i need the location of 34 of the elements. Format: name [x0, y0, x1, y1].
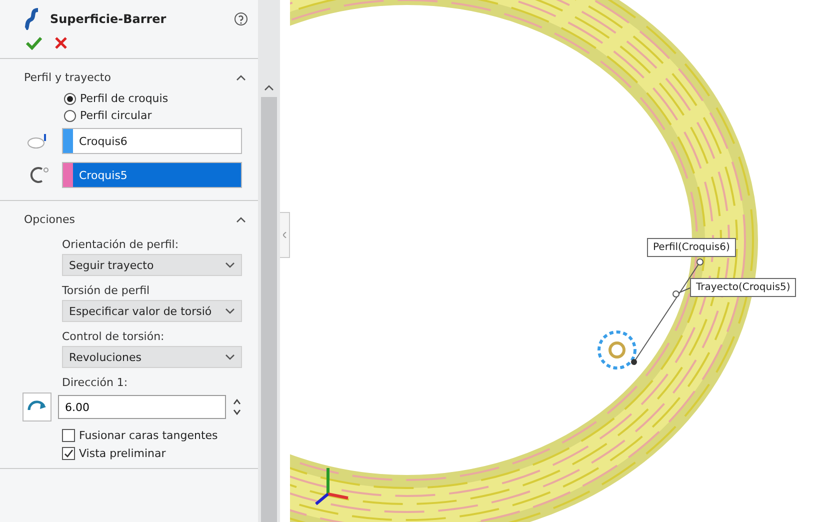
spinner-arrows-icon[interactable]: [232, 397, 242, 417]
scroll-up-icon[interactable]: [264, 84, 274, 91]
collapse-icon[interactable]: [236, 216, 246, 223]
selection-field[interactable]: Croquis5: [62, 162, 242, 188]
selection-field[interactable]: Croquis6: [62, 128, 242, 154]
help-icon[interactable]: [234, 12, 248, 26]
profile-circle-icon: [595, 328, 639, 372]
panel-title: Superficie-Barrer: [50, 12, 168, 26]
checkbox-option[interactable]: Vista preliminar: [0, 442, 258, 460]
dropdown[interactable]: Especificar valor de torsió: [62, 300, 242, 322]
rotate-direction-icon[interactable]: [22, 392, 52, 422]
number-input[interactable]: 6.00: [58, 395, 226, 419]
section-title: Opciones: [24, 213, 75, 226]
checkmark-icon: [63, 448, 74, 459]
callout-label: Trayecto(Croquis5): [690, 278, 796, 297]
section-title: Perfil y trayecto: [24, 71, 111, 84]
chevron-left-icon: [282, 232, 286, 238]
radio-option[interactable]: Perfil circular: [0, 107, 258, 124]
dropdown-caret-icon[interactable]: [225, 308, 235, 314]
radio-option[interactable]: Perfil de croquis: [0, 90, 258, 107]
dropdown-caret-icon[interactable]: [225, 262, 235, 268]
ok-check-icon[interactable]: [26, 36, 42, 50]
field-label: Control de torsión:: [62, 329, 166, 345]
dropdown[interactable]: Revoluciones: [62, 346, 242, 368]
checkbox-option[interactable]: Fusionar caras tangentes: [0, 424, 258, 442]
scrollbar-thumb[interactable]: [261, 97, 277, 522]
field-label: Orientación de perfil:: [62, 237, 180, 253]
field-label: Torsión de perfil: [62, 283, 151, 299]
close-icon[interactable]: [54, 36, 68, 50]
field-label: Dirección 1:: [62, 375, 129, 391]
collapse-icon[interactable]: [236, 74, 246, 81]
callout-label: Perfil(Croquis6): [647, 238, 736, 257]
dropdown-caret-icon[interactable]: [225, 354, 235, 360]
dropdown[interactable]: Seguir trayecto: [62, 254, 242, 276]
